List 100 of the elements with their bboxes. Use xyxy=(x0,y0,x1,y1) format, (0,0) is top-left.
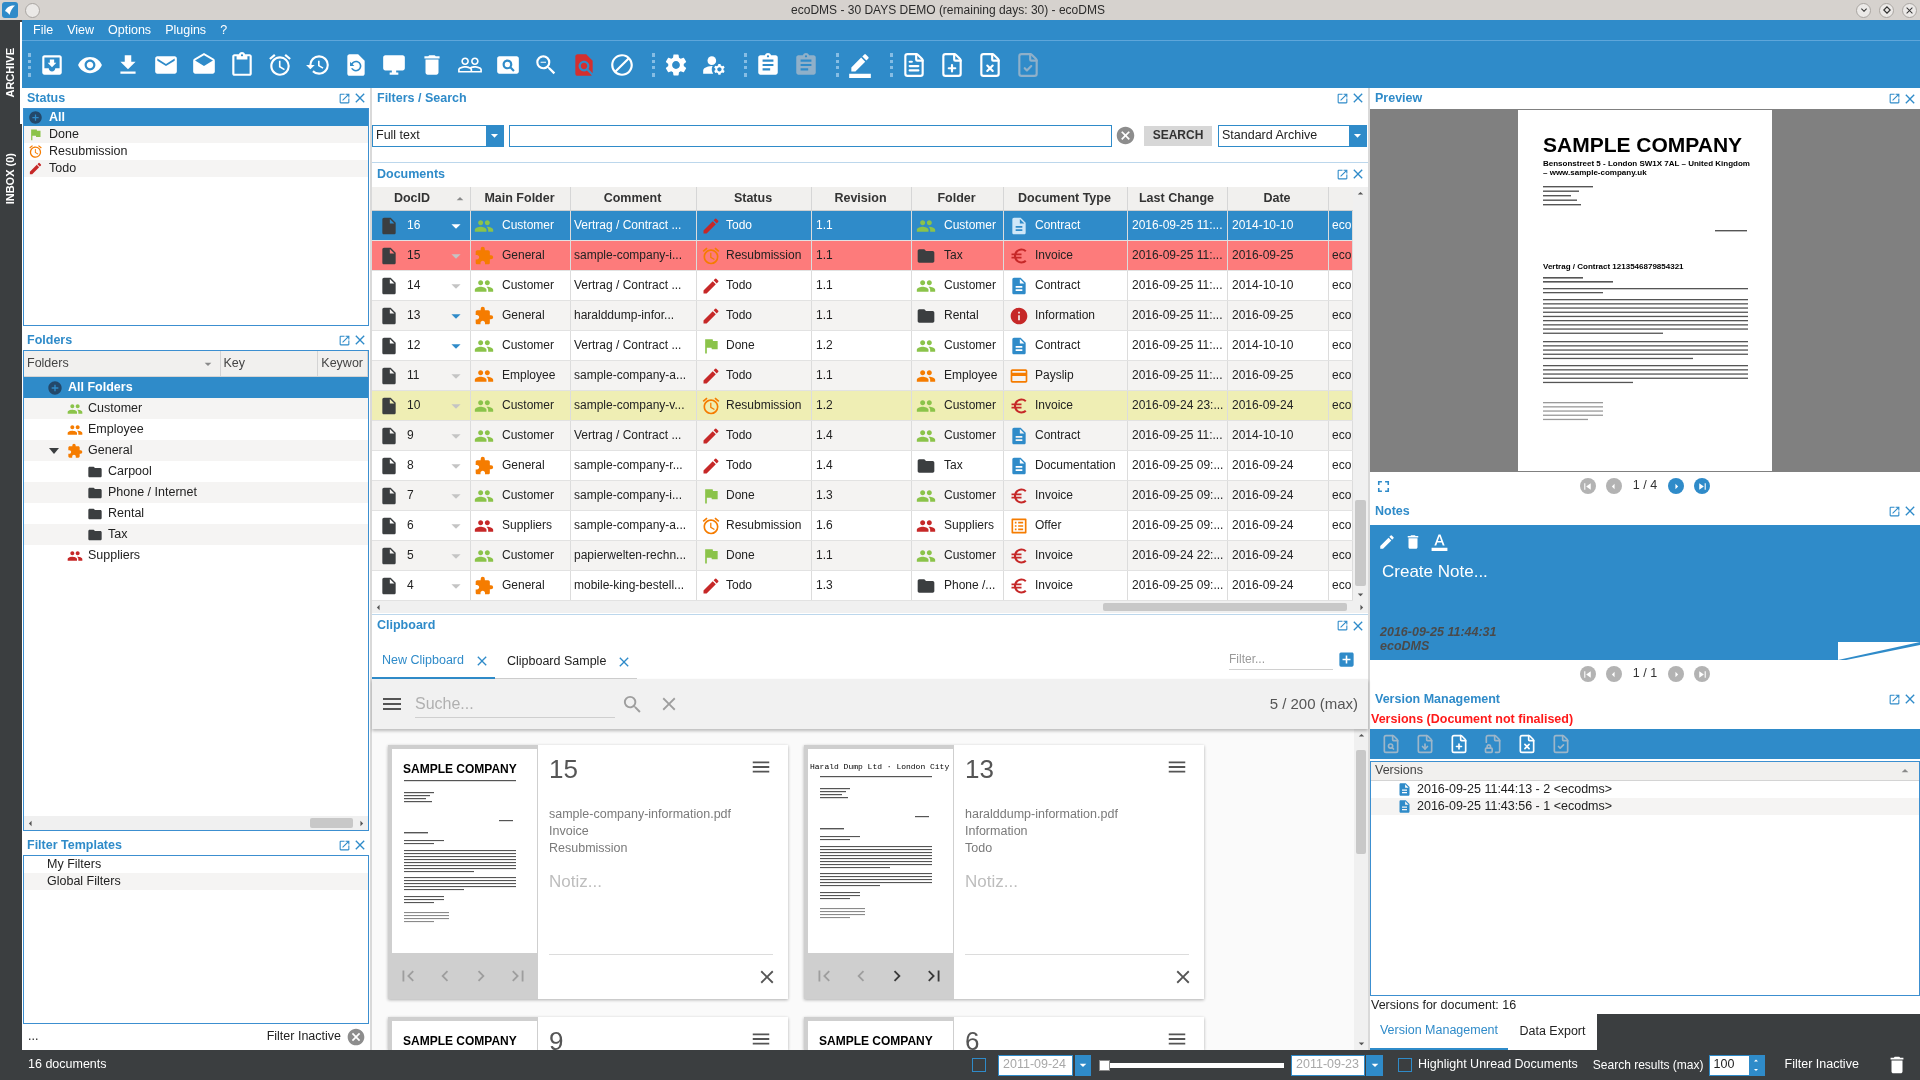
date-range-slider[interactable] xyxy=(1099,1059,1284,1071)
tree-item[interactable]: Customer xyxy=(24,398,368,419)
scrollbar-thumb[interactable] xyxy=(1103,603,1347,611)
file-plus-icon[interactable] xyxy=(939,51,965,78)
menu-item[interactable]: File xyxy=(33,23,54,37)
table-row[interactable]: 8 General sample-company-r... Todo 1.4 Tax Documentation 2016-09-25 09:... 2016-09-24 eco xyxy=(372,451,1353,481)
skip-forward-icon[interactable] xyxy=(1694,478,1711,494)
table-row[interactable]: 16 Customer Vertrag / Contract ... Todo 1.1 Customer Contract 2016-09-25 11:... 2014-10-10 eco xyxy=(372,211,1353,241)
menu-item[interactable]: View xyxy=(67,23,95,37)
table-row[interactable]: 11 Employee sample-company-a... Todo 1.1 Employee Payslip 2016-09-25 11:... 2016-09-25 eco xyxy=(372,361,1353,391)
clipboard-list-icon[interactable] xyxy=(755,51,781,78)
column-header[interactable]: Keywor xyxy=(318,351,368,376)
window-menu-button[interactable] xyxy=(25,2,40,18)
file-plus-icon[interactable] xyxy=(1449,734,1469,754)
search-mode-dropdown[interactable]: Full text xyxy=(372,124,504,147)
checkbox[interactable] xyxy=(1398,1058,1412,1072)
column-header[interactable]: Revision xyxy=(812,187,912,210)
close-icon[interactable] xyxy=(1902,2,1917,18)
column-header[interactable]: Date xyxy=(1228,187,1329,210)
checkbox[interactable] xyxy=(972,1058,986,1072)
app-logo-icon[interactable] xyxy=(2,2,18,18)
spin-arrows-icon[interactable] xyxy=(1748,1055,1764,1075)
comment-text: Vertrag / Contract ... xyxy=(574,428,682,443)
undock-icon[interactable] xyxy=(1336,167,1349,181)
tree-item[interactable]: Phone / Internet xyxy=(24,482,368,503)
search-button[interactable]: SEARCH xyxy=(1144,125,1212,146)
undock-icon[interactable] xyxy=(1336,91,1349,105)
scrollbar-thumb[interactable] xyxy=(1355,500,1366,586)
file-text-icon[interactable] xyxy=(901,51,927,78)
table-row[interactable]: 10 Customer sample-company-v... Resubmission 1.2 Customer Invoice 2016-09-24 23:... 2016-09-24 eco xyxy=(372,391,1353,421)
side-tab[interactable]: INBOX (0) xyxy=(0,144,22,212)
undock-icon[interactable] xyxy=(1888,692,1901,706)
undock-icon[interactable] xyxy=(1336,619,1349,632)
tree-item[interactable]: General xyxy=(24,440,368,461)
column-header[interactable]: DocID xyxy=(372,187,471,210)
results-spinbox[interactable]: 100 xyxy=(1708,1054,1765,1076)
column-header[interactable]: Document Type xyxy=(1004,187,1128,210)
table-row[interactable]: 7 Customer sample-company-i... Done 1.3 Customer Invoice 2016-09-25 09:... 2016-09-24 eco xyxy=(372,481,1353,511)
status-item[interactable]: Done xyxy=(24,126,368,143)
status-item[interactable]: Todo xyxy=(24,160,368,177)
scrollbar-thumb[interactable] xyxy=(1356,750,1366,854)
menu-item[interactable]: ? xyxy=(220,23,228,37)
column-header[interactable]: Versions xyxy=(1371,762,1919,781)
pencil-icon[interactable] xyxy=(1378,532,1396,551)
add-icon[interactable] xyxy=(1337,649,1356,669)
archive-dropdown[interactable]: Standard Archive xyxy=(1218,124,1367,147)
table-row[interactable]: 15 General sample-company-i... Resubmission 1.1 Tax Invoice 2016-09-25 11:... 2016-09-25 eco xyxy=(372,241,1353,271)
menu-item[interactable]: Options xyxy=(108,23,152,37)
caret-down-icon[interactable] xyxy=(49,445,59,456)
file-x-icon[interactable] xyxy=(1517,734,1537,754)
filter-template-item[interactable]: Global Filters xyxy=(24,873,368,890)
column-header[interactable]: Last Change xyxy=(1128,187,1228,210)
undock-icon[interactable] xyxy=(338,91,351,105)
column-header[interactable]: Comment xyxy=(571,187,697,210)
pen-icon[interactable] xyxy=(847,51,873,78)
table-row[interactable]: 6 Suppliers sample-company-a... Resubmission 1.6 Suppliers Offer 2016-09-25 09:... 2016-09-24 eco xyxy=(372,511,1353,541)
menu-item[interactable]: Plugins xyxy=(165,23,207,37)
scrollbar-thumb[interactable] xyxy=(310,818,353,828)
table-row[interactable]: 9 Customer Vertrag / Contract ... Todo 1.4 Customer Contract 2016-09-25 11:... 2014-10-10 eco xyxy=(372,421,1353,451)
tree-item[interactable]: Tax xyxy=(24,524,368,545)
undock-icon[interactable] xyxy=(338,838,351,852)
column-header[interactable]: Main Folder xyxy=(471,187,571,210)
clipboard-icon[interactable] xyxy=(229,51,255,78)
table-row[interactable]: 14 Customer Vertrag / Contract ... Todo 1.1 Customer Contract 2016-09-25 11:... 2014-10-10 eco xyxy=(372,271,1353,301)
column-header[interactable]: Folder xyxy=(912,187,1004,210)
horizontal-scrollbar[interactable] xyxy=(24,816,368,830)
version-item[interactable]: 2016-09-25 11:43:56 - 1 <ecodms> xyxy=(1371,798,1919,815)
table-row[interactable]: 13 General haralddump-infor... Todo 1.1 Rental Information 2016-09-25 11:... 2016-09-25 eco xyxy=(372,301,1353,331)
column-header[interactable]: Status xyxy=(697,187,812,210)
pencil-icon xyxy=(701,455,721,476)
arrow-right-icon[interactable] xyxy=(1668,478,1685,494)
undock-icon[interactable] xyxy=(1888,92,1901,105)
chevron-down-icon[interactable] xyxy=(1856,2,1871,18)
undock-icon[interactable] xyxy=(1888,504,1901,518)
note-field[interactable]: Create Note... xyxy=(1382,561,1908,589)
undock-icon[interactable] xyxy=(338,333,351,347)
clear-search-icon[interactable] xyxy=(1115,125,1136,146)
status-item[interactable]: All xyxy=(24,109,368,126)
table-row[interactable]: 5 Customer papierwelten-rechn... Done 1.1 Customer Invoice 2016-09-24 22:... 2016-09-24 eco xyxy=(372,541,1353,571)
tree-item[interactable]: All Folders xyxy=(24,377,368,398)
note-field[interactable]: Notiz... xyxy=(549,870,773,894)
table-row[interactable]: 4 General mobile-king-bestell... Todo 1.3 Phone /... Invoice 2016-09-25 09:... 2016-09-24 eco xyxy=(372,571,1353,601)
search-field[interactable] xyxy=(509,124,1112,147)
status-label: Todo xyxy=(726,218,753,233)
column-header[interactable]: Key xyxy=(220,351,319,376)
vertical-scrollbar[interactable] xyxy=(1354,729,1368,1050)
text-color-icon[interactable] xyxy=(1430,532,1449,551)
column-header[interactable]: Folders xyxy=(24,351,221,376)
filter-field[interactable]: Filter... xyxy=(1229,648,1333,670)
alarm-clock-icon[interactable] xyxy=(267,51,293,78)
note-field[interactable]: Notiz... xyxy=(965,870,1189,894)
clear-filter-icon[interactable] xyxy=(346,1027,366,1047)
slider-thumb[interactable] xyxy=(1099,1059,1110,1071)
search-field[interactable]: Suche... xyxy=(415,690,615,718)
ban-icon[interactable] xyxy=(609,51,635,78)
document-type: Contract xyxy=(1035,338,1081,353)
file-x-icon[interactable] xyxy=(977,51,1003,78)
table-row[interactable]: 12 Customer Vertrag / Contract ... Done 1.2 Customer Contract 2016-09-25 11:... 2014-10-10 eco xyxy=(372,331,1353,361)
vertical-scrollbar[interactable] xyxy=(1353,187,1368,601)
horizontal-scrollbar[interactable] xyxy=(372,601,1368,613)
